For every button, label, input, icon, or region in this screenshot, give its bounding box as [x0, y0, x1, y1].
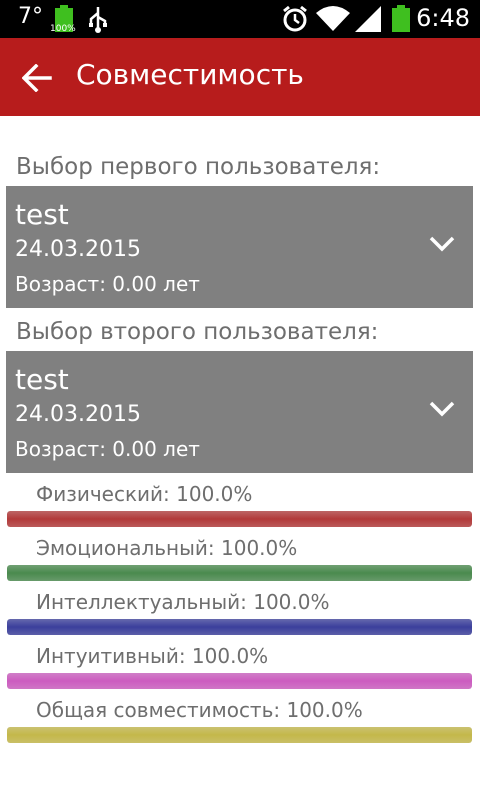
alarm-icon: [281, 5, 309, 37]
first-user-age: Возраст: 0.00 лет: [15, 272, 200, 296]
second-user-selector[interactable]: test 24.03.2015 Возраст: 0.00 лет: [6, 351, 473, 473]
physical-label: Физический: 100.0%: [36, 482, 253, 506]
emotional-label: Эмоциональный: 100.0%: [36, 536, 298, 560]
second-user-label: Выбор второго пользователя:: [16, 319, 379, 345]
first-user-selector[interactable]: test 24.03.2015 Возраст: 0.00 лет: [6, 186, 473, 308]
intellectual-label: Интеллектуальный: 100.0%: [36, 590, 330, 614]
overall-label: Общая совместимость: 100.0%: [36, 698, 363, 722]
physical-progress-bar: [7, 511, 472, 527]
second-user-date: 24.03.2015: [15, 402, 141, 427]
clock: 6:48: [416, 4, 470, 32]
temperature-indicator: 7°: [18, 4, 43, 29]
intellectual-progress-bar: [7, 619, 472, 635]
intuitive-progress-bar: [7, 673, 472, 689]
signal-icon: [355, 5, 381, 37]
action-bar: Совместимость: [0, 38, 480, 116]
emotional-progress-fill: [7, 565, 472, 581]
first-user-date: 24.03.2015: [15, 237, 141, 262]
battery-percent-label: 100%: [50, 24, 76, 34]
first-user-label: Выбор первого пользователя:: [16, 154, 381, 180]
second-user-name: test: [15, 363, 69, 396]
usb-icon: [88, 5, 108, 37]
intellectual-progress-fill: [7, 619, 472, 635]
intuitive-progress-fill: [7, 673, 472, 689]
overall-progress-bar: [7, 727, 472, 743]
physical-progress-fill: [7, 511, 472, 527]
back-arrow-icon[interactable]: [21, 63, 52, 93]
intuitive-label: Интуитивный: 100.0%: [36, 644, 269, 668]
battery-icon: [392, 5, 410, 37]
second-user-age: Возраст: 0.00 лет: [15, 437, 200, 461]
status-bar: 7° 100% 6:48: [0, 0, 480, 38]
page-title: Совместимость: [76, 58, 304, 91]
chevron-down-icon[interactable]: [429, 401, 455, 417]
first-user-name: test: [15, 198, 69, 231]
emotional-progress-bar: [7, 565, 472, 581]
chevron-down-icon[interactable]: [429, 236, 455, 252]
wifi-icon: [316, 5, 350, 37]
overall-progress-fill: [7, 727, 472, 743]
